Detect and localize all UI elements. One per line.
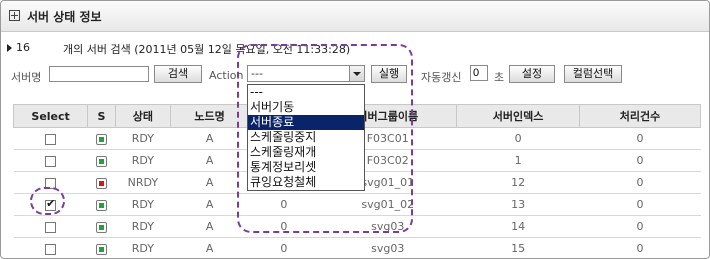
panel-title: 서버 상태 정보 (27, 10, 102, 24)
seconds-label: 초 (494, 71, 505, 84)
status-indicator-icon (95, 155, 107, 167)
row-c: 0 (248, 237, 319, 258)
table-row[interactable]: RDY A 0 svg03 15 0 (13, 237, 701, 258)
server-name-label: 서버명 (11, 71, 42, 84)
server-name-input[interactable] (49, 66, 149, 82)
auto-refresh-input[interactable] (470, 65, 488, 81)
row-index: 12 (456, 171, 580, 194)
row-checkbox[interactable] (45, 133, 57, 145)
row-select-cell (13, 215, 88, 238)
row-node: A (170, 237, 249, 258)
row-status-cell (87, 237, 116, 258)
row-checkbox[interactable] (45, 221, 57, 233)
row-status-cell (87, 127, 116, 150)
col-header-processed-count[interactable]: 처리건수 (579, 104, 701, 128)
row-count: 0 (579, 171, 701, 194)
server-status-panel: 서버 상태 정보 16 개의 서버 검색 (2011년 05월 12일 목요일,… (0, 0, 710, 259)
row-group: svg03 (318, 237, 457, 258)
row-select-cell (13, 127, 88, 150)
row-status-cell (87, 171, 116, 194)
row-count: 0 (579, 237, 701, 258)
row-status-cell (87, 193, 116, 216)
row-status-cell (87, 215, 116, 238)
highlight-checked-row (30, 187, 65, 215)
row-index: 14 (456, 215, 580, 238)
row-count: 0 (579, 215, 701, 238)
status-indicator-icon (95, 177, 107, 189)
row-count: 0 (579, 193, 701, 216)
panel-titlebar: 서버 상태 정보 (1, 1, 709, 32)
col-header-server-index[interactable]: 서버인덱스 (456, 104, 581, 128)
status-indicator-icon (95, 243, 107, 255)
status-indicator-icon (95, 199, 107, 211)
col-header-select[interactable]: Select (12, 104, 89, 128)
row-select-cell (13, 149, 88, 172)
play-triangle-icon (7, 44, 12, 52)
row-status-cell (87, 149, 116, 172)
col-header-status[interactable]: S (87, 104, 116, 128)
col-header-state[interactable]: 상태 (114, 104, 171, 128)
server-count-value: 16 (16, 41, 30, 54)
row-index: 15 (456, 237, 580, 258)
row-state: RDY (115, 127, 171, 150)
row-checkbox[interactable] (45, 243, 57, 255)
row-state: RDY (115, 215, 171, 238)
row-state: RDY (115, 149, 171, 172)
search-button[interactable]: 검색 (154, 65, 202, 83)
status-indicator-icon (95, 133, 107, 145)
column-select-button[interactable]: 컬럼선택 (564, 65, 622, 83)
highlight-action-dropdown (237, 44, 413, 233)
status-indicator-icon (95, 221, 107, 233)
row-index: 13 (456, 193, 580, 216)
row-count: 0 (579, 127, 701, 150)
server-count: 16 (7, 41, 30, 54)
auto-refresh-label: 자동갱신 (421, 71, 462, 84)
settings-button[interactable]: 설정 (509, 65, 555, 83)
row-select-cell (13, 237, 88, 258)
row-index: 0 (456, 127, 580, 150)
row-count: 0 (579, 149, 701, 172)
row-index: 1 (456, 149, 580, 172)
row-state: NRDY (115, 171, 171, 194)
expand-plus-icon[interactable] (9, 10, 20, 21)
row-state: RDY (115, 237, 171, 258)
row-checkbox[interactable] (45, 155, 57, 167)
row-state: RDY (115, 193, 171, 216)
